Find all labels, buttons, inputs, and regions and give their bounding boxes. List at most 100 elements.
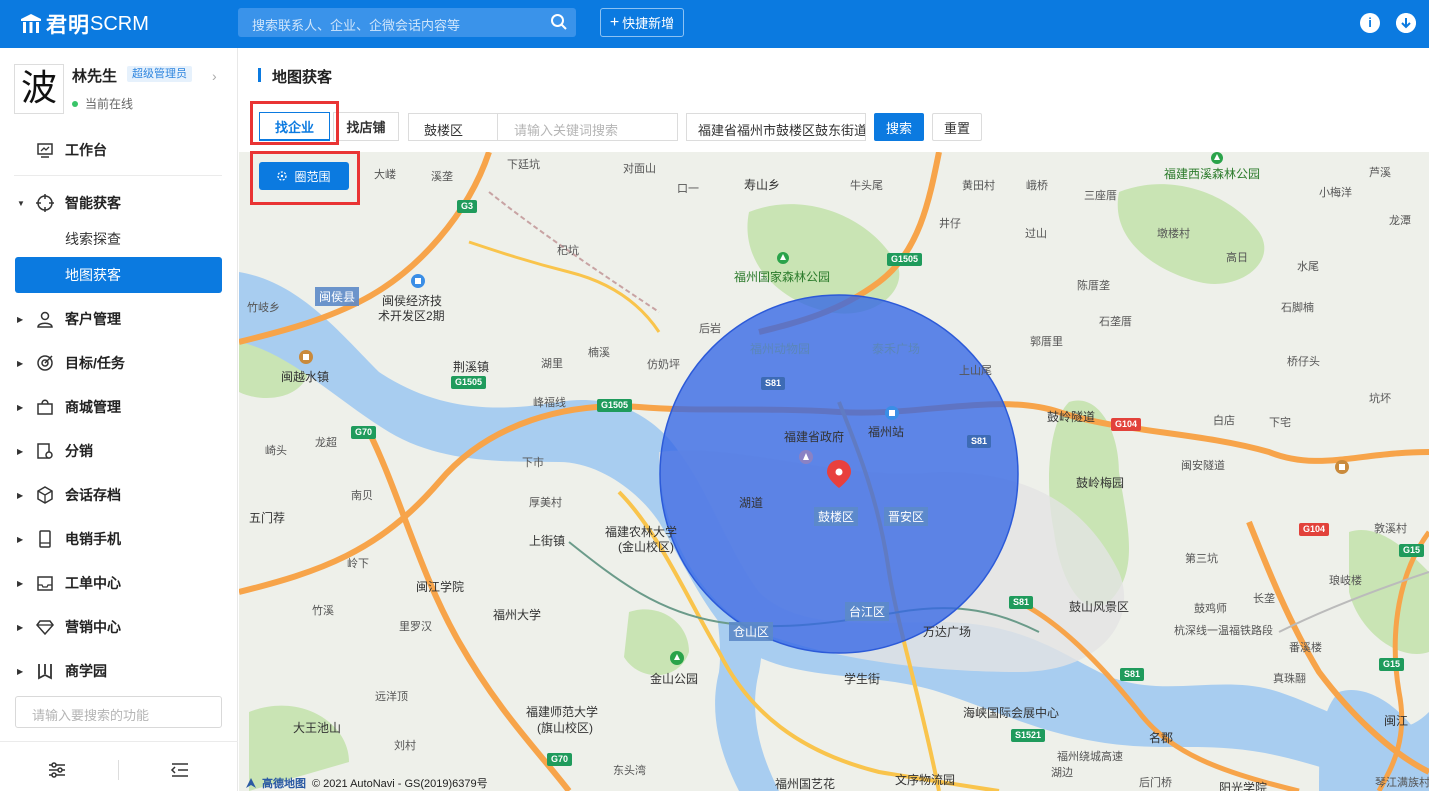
sidebar-item-customers[interactable]: ▶ 客户管理 [0, 301, 238, 337]
map-label: 金山公园 [650, 672, 699, 686]
book-icon [38, 664, 52, 680]
road-sign: G15 [1379, 658, 1405, 671]
sidebar-item-phone[interactable]: ▶ 电销手机 [0, 521, 238, 557]
road-sign: G1505 [451, 376, 487, 389]
caret-right-icon: ▶ [17, 666, 24, 676]
map-label: 远洋顶 [375, 691, 408, 703]
map-label: 万达广场 [923, 625, 972, 639]
page-title: 地图获客 [272, 69, 333, 86]
map-label: 崎头 [265, 445, 287, 457]
sidebar-item-label: 分销 [65, 443, 93, 459]
online-status: 当前在线 [72, 95, 133, 112]
map-label: 溪垄 [431, 171, 453, 183]
sidebar-item-tickets[interactable]: ▶ 工单中心 [0, 565, 238, 601]
road-sign: G70 [351, 426, 377, 439]
map-label: 福州站 [868, 425, 905, 439]
road-sign: S81 [1009, 596, 1034, 609]
sidebar-item-mall[interactable]: ▶ 商城管理 [0, 389, 238, 425]
map-label: 大王池山 [293, 721, 342, 735]
global-search-input[interactable]: 搜索联系人、企业、企微会话内容等 [238, 8, 576, 37]
sidebar-item-academy[interactable]: ▶ 商学园 [0, 653, 238, 689]
map-label: 湖边 [1051, 767, 1073, 779]
goal-icon [37, 355, 53, 371]
function-search-input[interactable]: 请输入要搜索的功能 [15, 696, 222, 728]
map-canvas[interactable]: 下廷坑 对面山 大嵝 溪垄 口一 寿山乡 牛头尾 黄田村 峨桥 三座厝 福建西溪… [239, 152, 1429, 791]
district-select[interactable]: 鼓楼区 ⌄ [408, 113, 498, 141]
map-label: 南贝 [351, 490, 373, 502]
map-label: 芦溪 [1369, 167, 1391, 179]
sidebar-item-label: 客户管理 [65, 311, 121, 327]
map-label: 福州国艺花 [775, 777, 836, 791]
map-label: 郭厝里 [1030, 336, 1063, 348]
highlight-box [250, 151, 360, 205]
quick-add-button[interactable]: + 快捷新增 [600, 8, 684, 37]
map-label: 后岩 [699, 323, 721, 335]
chevron-right-icon[interactable]: › [212, 68, 217, 84]
map-label: 口一 [677, 183, 699, 195]
keyword-input[interactable]: 请输入关键词搜索 [497, 113, 678, 141]
road-sign: S81 [761, 377, 786, 390]
road-sign: S1521 [1011, 729, 1046, 742]
map-label: 牛头尾 [850, 180, 883, 192]
map-label: 学生街 [844, 672, 881, 686]
logo[interactable]: 君明 SCRM [20, 10, 149, 38]
collapse-menu-icon[interactable] [170, 760, 190, 780]
sidebar-item-workbench[interactable]: 工作台 [0, 132, 238, 168]
government-icon [799, 450, 813, 464]
caret-right-icon: ▶ [17, 534, 24, 544]
map-district-label: 台江区 [845, 602, 890, 621]
sidebar-item-archive[interactable]: ▶ 会话存档 [0, 477, 238, 513]
map-label: 阳光学院 [1219, 781, 1268, 791]
search-icon[interactable] [550, 13, 568, 31]
map-label: 竹溪 [312, 605, 334, 617]
road-sign: G70 [547, 753, 573, 766]
map-label: 闽江学院 [416, 580, 465, 594]
sidebar-item-label: 电销手机 [65, 531, 121, 547]
map-label: 文序物流园 [895, 773, 956, 787]
tab-find-store[interactable]: 找店铺 [333, 112, 399, 141]
map-label: 湖道 [739, 496, 764, 510]
map-base [239, 152, 1429, 791]
map-label: 水尾 [1297, 261, 1319, 273]
map-district-label: 仓山区 [729, 622, 774, 641]
search-button[interactable]: 搜索 [874, 113, 924, 141]
map-label: 闽安隧道 [1181, 460, 1225, 472]
logo-icon [21, 14, 41, 33]
download-icon[interactable] [1396, 13, 1416, 33]
sidebar-item-label: 工作台 [65, 142, 107, 158]
sidebar-item-goals[interactable]: ▶ 目标/任务 [0, 345, 238, 381]
map-copyright: 高德地图 © 2021 AutoNavi - GS(2019)6379号 [244, 775, 488, 791]
online-dot-icon [72, 100, 78, 107]
map-label: 大嵝 [374, 169, 396, 181]
top-bar: 君明 SCRM 搜索联系人、企业、企微会话内容等 + 快捷新增 i [0, 0, 1429, 48]
reset-button[interactable]: 重置 [932, 113, 982, 141]
info-icon[interactable]: i [1360, 13, 1380, 33]
settings-sliders-icon[interactable] [47, 760, 67, 780]
target-icon [36, 194, 54, 212]
phone-icon [39, 530, 51, 548]
avatar[interactable]: 波 [14, 64, 64, 114]
sidebar-item-distribution[interactable]: ▶ 分销 [0, 433, 238, 469]
divider [14, 175, 222, 176]
online-status-label: 当前在线 [85, 97, 134, 111]
road-sign: G1505 [597, 399, 633, 412]
map-label: 刘村 [394, 740, 416, 752]
sidebar-item-marketing[interactable]: ▶ 营销中心 [0, 609, 238, 645]
sidebar-subitem-leads[interactable]: 线索探查 [15, 221, 222, 257]
park-icon [777, 252, 789, 264]
sidebar-item-smart-acquire[interactable]: ▼ 智能获客 [0, 185, 238, 221]
map-label: 桥仔头 [1287, 356, 1320, 368]
map-label: 鼓山风景区 [1069, 600, 1130, 614]
sidebar-item-label: 商城管理 [65, 399, 121, 415]
map-label: 三座厝 [1084, 190, 1117, 202]
address-input[interactable]: 福建省福州市鼓楼区鼓东街道 [686, 113, 866, 141]
map-label: 井仔 [939, 218, 961, 230]
map-label: 福州动物园 [750, 342, 811, 356]
sidebar-subitem-map-acquire[interactable]: 地图获客 [15, 257, 222, 293]
station-icon [885, 406, 899, 420]
map-label: 高日 [1226, 252, 1248, 264]
map-district-label: 闽侯县 [315, 287, 360, 306]
map-label: 厚美村 [529, 497, 562, 509]
sidebar-item-label: 商学园 [65, 663, 107, 679]
sidebar-item-label: 智能获客 [65, 195, 121, 211]
